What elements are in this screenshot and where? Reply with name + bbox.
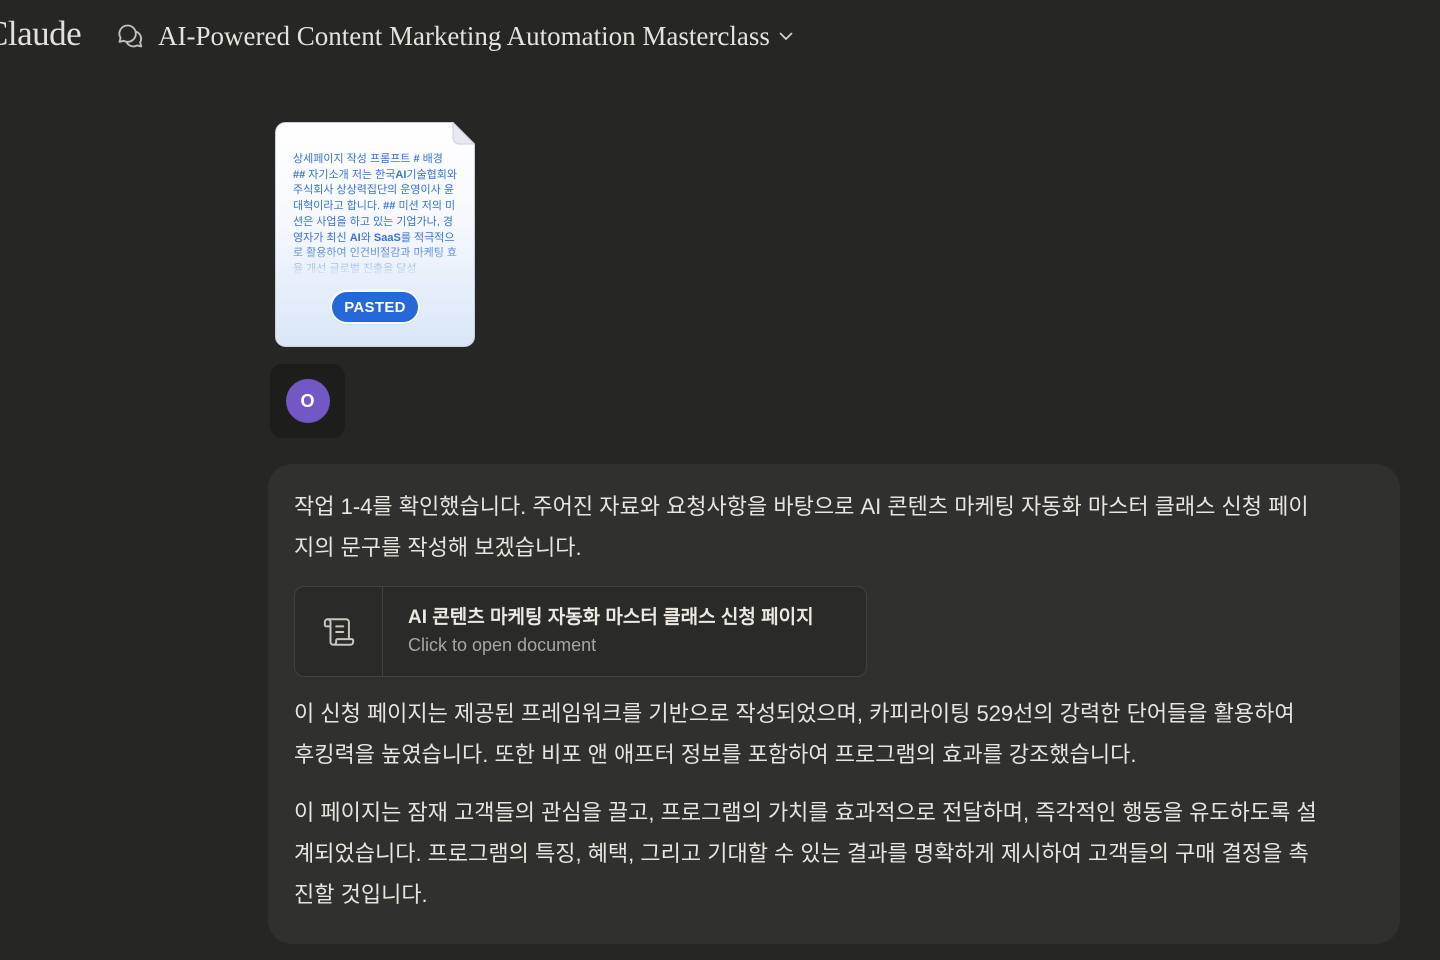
assistant-paragraph: 작업 1-4를 확인했습니다. 주어진 자료와 요청사항을 바탕으로 AI 콘텐… — [294, 494, 1309, 560]
assistant-paragraph: 이 페이지는 잠재 고객들의 관심을 끌고, 프로그램의 가치를 효과적으로 전… — [294, 800, 1317, 907]
document-scroll-icon — [322, 615, 356, 649]
pasted-preview-segment: 상세페이지 작성 프롬프트 — [293, 153, 414, 165]
pasted-preview-segment: ## — [293, 168, 306, 181]
conversation-title-dropdown[interactable]: AI-Powered Content Marketing Automation … — [158, 16, 794, 56]
artifact-open-hint: Click to open document — [408, 635, 597, 655]
pasted-preview-segment: 배경 — [419, 153, 443, 165]
pasted-preview-text: 상세페이지 작성 프롬프트 # 배경 ## 자기소개 저는 한국AI기술협회와 … — [293, 152, 458, 278]
pasted-preview-segment: 자기소개 저는 한국 — [305, 168, 396, 181]
artifact-icon-box — [295, 587, 383, 676]
assistant-paragraph: 이 신청 페이지는 제공된 프레임워크를 기반으로 작성되었으며, 카피라이팅 … — [294, 701, 1295, 767]
claude-logo[interactable]: Claude — [0, 14, 82, 54]
pasted-preview-segment: SaaS — [373, 231, 401, 244]
conversation-title: AI-Powered Content Marketing Automation … — [158, 21, 770, 51]
avatar: O — [285, 379, 330, 423]
pasted-badge: PASTED — [332, 292, 418, 322]
artifact-text: AI 콘텐츠 마케팅 자동화 마스터 클래스 신청 페이지 Click to o… — [383, 587, 814, 676]
user-message-bubble: O — [270, 364, 345, 438]
pasted-preview-segment: 와 — [360, 231, 374, 244]
pasted-preview-segment: ## — [383, 200, 396, 213]
chat-bubbles-icon[interactable] — [116, 22, 144, 50]
artifact-card[interactable]: AI 콘텐츠 마케팅 자동화 마스터 클래스 신청 페이지 Click to o… — [294, 586, 867, 677]
assistant-message: 작업 1-4를 확인했습니다. 주어진 자료와 요청사항을 바탕으로 AI 콘텐… — [268, 464, 1400, 944]
chevron-down-icon — [778, 28, 794, 44]
pasted-preview-segment: AI — [395, 168, 407, 181]
pasted-content-card[interactable]: 상세페이지 작성 프롬프트 # 배경 ## 자기소개 저는 한국AI기술협회와 … — [275, 122, 475, 347]
artifact-title: AI 콘텐츠 마케팅 자동화 마스터 클래스 신청 페이지 — [408, 607, 814, 628]
top-bar: Claude AI-Powered Content Marketing Auto… — [0, 0, 1440, 72]
pasted-preview-segment: AI — [349, 231, 361, 244]
